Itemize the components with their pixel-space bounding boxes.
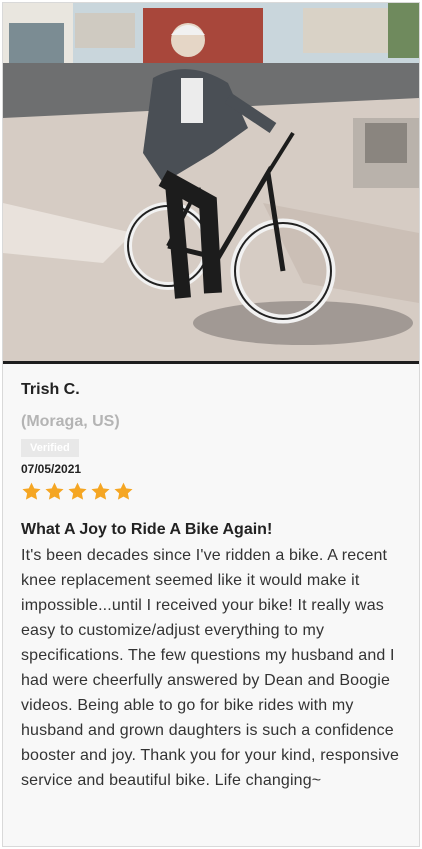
star-icon xyxy=(91,482,110,500)
review-body: It's been decades since I've ridden a bi… xyxy=(21,547,400,789)
star-rating xyxy=(21,481,403,502)
review-date: 07/05/2021 xyxy=(21,462,82,476)
review-photo[interactable] xyxy=(3,3,419,364)
star-icon xyxy=(114,482,133,500)
star-icon xyxy=(22,482,41,500)
reviewer-location: (Moraga, US) xyxy=(21,413,120,430)
star-icon xyxy=(68,482,87,500)
review-content: Trish C. (Moraga, US) Verified 07/05/202… xyxy=(21,365,403,793)
review-card: Trish C. (Moraga, US) Verified 07/05/202… xyxy=(2,2,420,847)
verified-badge: Verified xyxy=(21,439,79,457)
reviewer-name: Trish C. xyxy=(21,381,80,398)
review-title: What A Joy to Ride A Bike Again! xyxy=(21,521,273,538)
star-icon xyxy=(45,482,64,500)
